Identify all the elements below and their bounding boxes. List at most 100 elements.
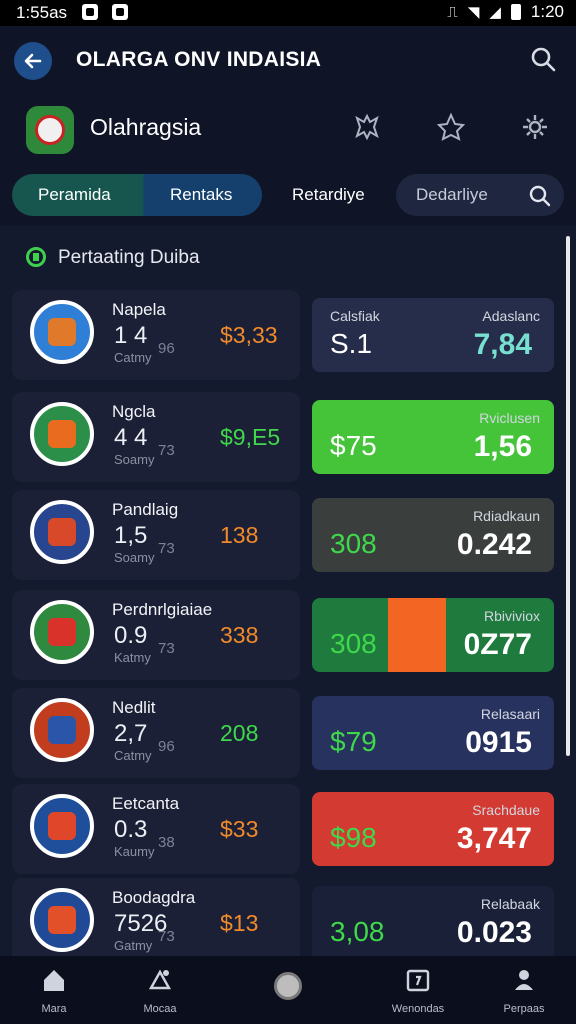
section-header: Pertaating Duiba	[10, 232, 566, 282]
team-sub: Soamy	[114, 550, 155, 565]
profile-icon	[515, 970, 533, 990]
team-crest	[30, 794, 94, 858]
team-price: $9,E5	[220, 424, 281, 450]
odds-card[interactable]: 308 Rdiadkaun 0.242	[312, 498, 554, 572]
team-price: 338	[220, 622, 259, 648]
team-score: 1,5	[114, 522, 148, 549]
nav-item-home[interactable]: Mara	[14, 966, 94, 1015]
odds-top-label: Calsfiak	[330, 308, 380, 324]
team-name: Perdnrlgiaiae	[112, 600, 213, 619]
team-score: 1 4	[114, 322, 148, 349]
team-small: 38	[158, 834, 175, 851]
team-sub: Catmy	[114, 350, 152, 365]
team-card[interactable]: Pandlaig 1,5 Soamy 73 138	[12, 490, 300, 580]
team-card[interactable]: Ngcla 4 4 Soamy 73 $9,E5	[12, 392, 300, 482]
wifi-icon: ◥	[467, 4, 480, 21]
app-header: OLARGA ONV INDAISIA Olahragsia Peramida …	[0, 26, 576, 226]
nav-item-wenondas[interactable]: Wenondas	[378, 966, 458, 1015]
odds-label: Rviclusen	[479, 410, 540, 426]
team-crest	[30, 500, 94, 564]
status-clock: 1:20	[530, 2, 564, 21]
odds-card[interactable]: 308 Rbiviviox 0Z77	[312, 598, 554, 672]
odds-left-value: 308	[330, 628, 377, 659]
tab-peramida[interactable]: Peramida	[38, 174, 111, 216]
team-sub: Kaumy	[114, 844, 155, 859]
notification-icon	[82, 4, 98, 20]
odds-card[interactable]: $98 Srachdaue 3,747	[312, 792, 554, 866]
home-button[interactable]	[274, 972, 302, 1000]
bottom-navigation: Mara Mocaa Wenondas Perpaas	[0, 956, 576, 1024]
team-small: 73	[158, 540, 175, 557]
team-crest	[30, 888, 94, 952]
team-sub: Gatmy	[114, 938, 153, 953]
odds-label: Rdiadkaun	[473, 508, 540, 524]
team-card[interactable]: Nedlit 2,7 Catmy 96 208	[12, 688, 300, 778]
team-score: 0.9	[114, 622, 148, 649]
team-small: 96	[158, 340, 175, 357]
odds-value: 0.023	[456, 916, 532, 949]
highlight-bar	[388, 598, 446, 672]
search-icon[interactable]	[530, 46, 558, 74]
tab-retardiye[interactable]: Retardiye	[292, 174, 365, 216]
settings-icon[interactable]	[520, 112, 550, 142]
nav-item-mocaa[interactable]: Mocaa	[120, 966, 200, 1015]
team-small: 96	[158, 738, 175, 755]
odds-label: Rbiviviox	[483, 608, 540, 624]
back-arrow-icon	[24, 53, 42, 69]
team-card[interactable]: Napela 1 4 Catmy 96 $3,33	[12, 290, 300, 380]
section-title: Pertaating Duiba	[58, 247, 200, 268]
team-small: 73	[158, 442, 175, 459]
tab-rentaks[interactable]: Rentaks	[170, 174, 232, 216]
status-indicators: ⎍ ◥ ◢ 1:20	[447, 2, 564, 22]
odds-value: 7,84	[473, 328, 532, 361]
scrollbar[interactable]	[566, 236, 570, 756]
nav-item-perpaas[interactable]: Perpaas	[484, 966, 564, 1015]
team-card[interactable]: Eetcanta 0.3 Kaumy 38 $33	[12, 784, 300, 874]
team-score: 2,7	[114, 720, 148, 747]
nav-label: Perpaas	[503, 1003, 545, 1015]
odds-left-value: $79	[330, 726, 377, 757]
odds-card[interactable]: $75 Rviclusen 1,56	[312, 400, 554, 474]
team-card[interactable]: Boodagdra 7526 Gatmy 73 $13	[12, 878, 300, 968]
odds-value: 0.242	[456, 528, 532, 561]
team-row[interactable]: Ngcla 4 4 Soamy 73 $9,E5 $75 Rviclusen 1,56	[12, 392, 564, 482]
home-icon	[44, 970, 64, 991]
nav-label: Wenondas	[391, 1003, 445, 1015]
message-icon	[112, 4, 128, 20]
team-price: 138	[220, 522, 259, 548]
nav-label: Mocaa	[143, 1003, 177, 1015]
odds-value: 3,747	[456, 822, 532, 855]
team-row[interactable]: Perdnrlgiaiae 0.9 Katmy 73 338 308 Rbiviviox 0Z…	[12, 590, 564, 680]
odds-value: 0915	[465, 726, 532, 759]
team-row[interactable]: Napela 1 4 Catmy 96 $3,33 Calsfiak S.1 Adaslanc…	[12, 290, 564, 380]
back-button[interactable]	[14, 42, 52, 80]
vibrate-icon: ⎍	[447, 3, 458, 21]
odds-left-value: $75	[330, 430, 377, 461]
odds-left-value: 308	[330, 528, 377, 559]
odds-card[interactable]: $79 Relasaari 0915	[312, 696, 554, 770]
fitness-icon	[148, 969, 172, 990]
team-row[interactable]: Nedlit 2,7 Catmy 96 208 $79 Relasaari 0915	[12, 688, 564, 778]
favorite-icon[interactable]	[352, 112, 382, 142]
odds-card[interactable]: Calsfiak S.1 Adaslanc 7,84	[312, 298, 554, 372]
team-row[interactable]: Pandlaig 1,5 Soamy 73 138 308 Rdiadkaun 0.242	[12, 490, 564, 580]
team-row[interactable]: Boodagdra 7526 Gatmy 73 $13 3,08 Relabaak 0.023	[12, 878, 564, 968]
odds-value: 0Z77	[463, 628, 532, 661]
team-card[interactable]: Perdnrlgiaiae 0.9 Katmy 73 338	[12, 590, 300, 680]
search-icon[interactable]	[528, 184, 552, 208]
team-name: Nedlit	[112, 698, 156, 717]
team-price: $13	[220, 910, 259, 936]
team-name: Pandlaig	[112, 500, 179, 519]
team-sub: Catmy	[114, 748, 152, 763]
team-name: Ngcla	[112, 402, 156, 421]
team-row[interactable]: Eetcanta 0.3 Kaumy 38 $33 $98 Srachdaue 3,747	[12, 784, 564, 874]
odds-left-value: $98	[330, 822, 377, 853]
team-price: 208	[220, 720, 259, 746]
search-field[interactable]: Dedarliye	[396, 174, 564, 216]
odds-label: Adaslanc	[482, 308, 540, 324]
odds-value: 1,56	[473, 430, 532, 463]
status-time: 1:55as	[16, 3, 68, 22]
odds-card[interactable]: 3,08 Relabaak 0.023	[312, 886, 554, 960]
nav-label: Mara	[41, 1003, 67, 1015]
star-icon[interactable]	[436, 112, 466, 142]
